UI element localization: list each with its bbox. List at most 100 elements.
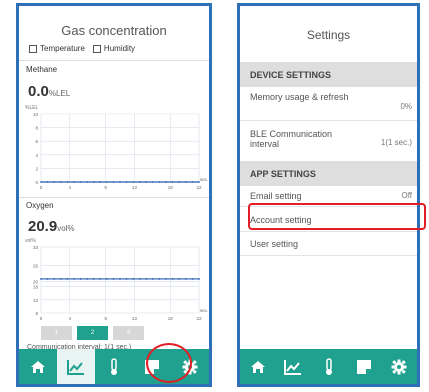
oxygen-value-display: 20.9vol% <box>28 218 75 235</box>
data-point <box>99 181 102 183</box>
data-point <box>132 278 135 280</box>
ble-interval-row[interactable]: BLE Communication interval <box>250 129 347 149</box>
memo-icon <box>356 359 371 374</box>
nav-temperature[interactable] <box>95 349 133 384</box>
data-point <box>152 181 154 183</box>
y-tick-label: 18 <box>33 285 39 290</box>
checkbox-box[interactable] <box>92 44 101 53</box>
gear-icon <box>391 359 407 374</box>
nav-temperature[interactable] <box>311 349 346 384</box>
data-point <box>73 181 75 183</box>
nav-chart[interactable] <box>57 349 95 384</box>
ble-interval-label: BLE Communication interval <box>250 129 333 149</box>
data-point <box>125 181 128 183</box>
data-point <box>125 278 128 280</box>
memory-usage-label: Memory usage & refresh <box>250 92 349 102</box>
page-selector: 1 2 4 <box>41 326 144 340</box>
data-point <box>152 278 154 280</box>
humidity-checkbox[interactable]: Humidity <box>92 44 136 53</box>
data-point <box>198 278 200 280</box>
memory-usage-row[interactable]: Memory usage & refresh <box>250 92 377 102</box>
data-point <box>79 278 82 280</box>
bottom-nav <box>19 349 209 384</box>
y-tick-label: 8 <box>35 126 38 131</box>
user-setting-row[interactable]: User setting <box>250 239 412 249</box>
nav-home[interactable] <box>240 349 275 384</box>
data-point <box>79 181 82 183</box>
methane-unit: %LEL <box>48 89 71 98</box>
oxygen-unit: vol% <box>57 224 75 233</box>
chart-icon <box>284 359 302 375</box>
checkbox-group: Temperature Humidity <box>29 44 135 53</box>
chart-icon <box>67 359 84 375</box>
data-point <box>46 181 49 183</box>
data-point <box>171 181 174 183</box>
x-tick-label: 22 <box>196 316 202 321</box>
methane-value-display: 0.0%LEL <box>28 83 70 100</box>
page-button[interactable]: 1 <box>41 326 72 340</box>
y-tick-label: 0 <box>35 180 38 185</box>
app-settings-header: APP SETTINGS <box>240 161 417 186</box>
data-point <box>40 278 42 280</box>
data-point <box>178 181 181 183</box>
data-point <box>112 278 115 280</box>
ble-interval-value: 1(1 sec.) <box>380 138 412 147</box>
x-axis-label: sec. <box>200 308 208 313</box>
data-point <box>105 181 108 183</box>
nav-memo[interactable] <box>133 349 171 384</box>
checkbox-box[interactable] <box>29 44 37 53</box>
y-tick-label: 33 <box>33 245 39 250</box>
memory-usage-value: 0% <box>400 102 412 111</box>
email-setting-label: Email setting <box>250 191 302 201</box>
x-tick-label: 4 <box>68 185 71 190</box>
gas-concentration-screen: Gas concentration Temperature Humidity M… <box>16 3 212 387</box>
account-setting-label: Account setting <box>250 215 312 225</box>
data-point <box>158 278 161 280</box>
data-point <box>46 278 49 280</box>
x-tick-label: 0 <box>40 185 43 190</box>
nav-settings[interactable] <box>382 349 417 384</box>
y-tick-label: 4 <box>35 153 38 158</box>
user-setting-label: User setting <box>250 239 299 249</box>
bottom-nav <box>240 349 417 384</box>
data-point <box>53 278 56 280</box>
home-icon <box>31 360 45 373</box>
checkbox-label: Humidity <box>103 44 136 53</box>
y-tick-label: 26 <box>33 263 39 268</box>
account-setting-row[interactable]: Account setting <box>250 215 412 225</box>
nav-memo[interactable] <box>346 349 381 384</box>
thermometer-icon <box>325 357 332 375</box>
nav-settings[interactable] <box>171 349 209 384</box>
data-point <box>165 181 167 183</box>
page-button-active[interactable]: 2 <box>77 326 108 340</box>
data-point <box>53 181 56 183</box>
email-setting-row[interactable]: Email setting <box>250 191 412 201</box>
data-point <box>99 278 102 280</box>
page-button[interactable]: 4 <box>113 326 144 340</box>
data-point <box>119 181 121 183</box>
home-icon <box>250 360 265 373</box>
data-point <box>59 278 62 280</box>
data-point <box>40 181 42 183</box>
nav-chart[interactable] <box>275 349 310 384</box>
data-point <box>145 278 148 280</box>
data-point <box>66 278 69 280</box>
y-tick-label: 8 <box>35 311 38 316</box>
data-point <box>86 278 88 280</box>
temperature-checkbox[interactable]: Temperature <box>29 44 85 53</box>
divider <box>240 231 417 232</box>
data-point <box>105 278 108 280</box>
y-tick-label: 6 <box>35 139 38 144</box>
data-point <box>191 278 194 280</box>
x-tick-label: 13 <box>132 316 138 321</box>
data-point <box>66 181 69 183</box>
x-tick-label: 0 <box>40 316 43 321</box>
nav-home[interactable] <box>19 349 57 384</box>
methane-value: 0.0 <box>28 83 49 100</box>
page-title: Settings <box>306 28 351 42</box>
data-point <box>165 278 167 280</box>
methane-label: Methane <box>26 65 58 74</box>
device-settings-header: DEVICE SETTINGS <box>240 62 417 87</box>
oxygen-value: 20.9 <box>28 218 58 235</box>
x-tick-label: 9 <box>104 316 107 321</box>
